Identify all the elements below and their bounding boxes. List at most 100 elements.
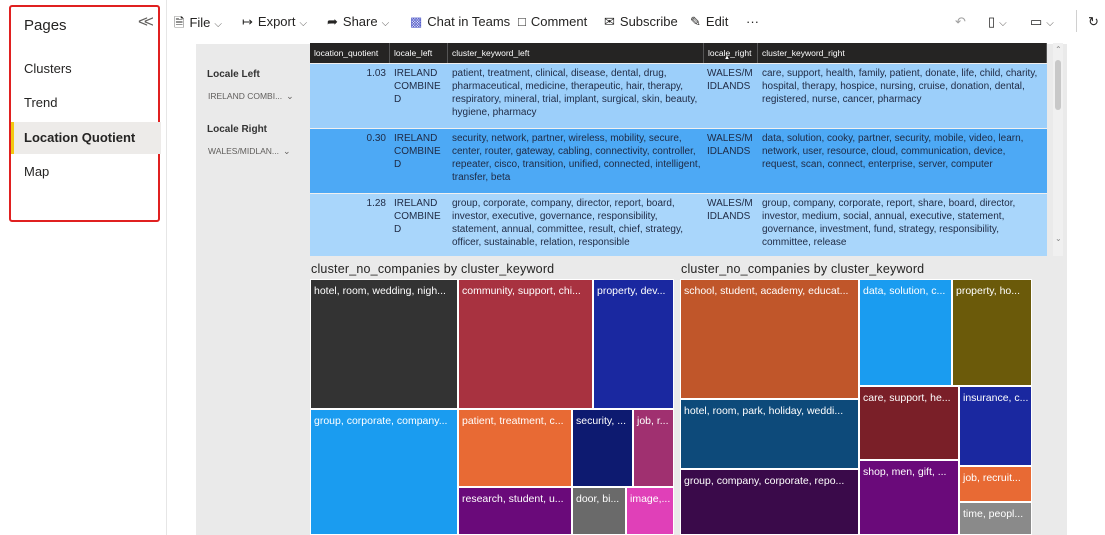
export-icon: ↦ — [242, 14, 253, 29]
quotient-cell: 0.30 — [366, 133, 386, 144]
treemap-tile[interactable]: property, ho... — [952, 279, 1032, 386]
tile-label: school, student, academy, educat... — [684, 285, 849, 297]
locale-right-cell: WALES/M IDLANDS — [707, 198, 753, 222]
treemap-tile[interactable]: hotel, room, park, holiday, weddi... — [680, 399, 859, 469]
treemap-tile[interactable]: patient, treatment, c... — [458, 409, 572, 487]
view-menu[interactable]: ▭ ⌵ — [1030, 14, 1054, 30]
page-item-clusters[interactable]: Clusters — [11, 53, 161, 85]
tile-label: hotel, room, wedding, nigh... — [314, 285, 446, 297]
tile-label: care, support, he... — [863, 392, 951, 404]
bookmark-icon: ▯ — [988, 14, 996, 29]
treemap-tile[interactable]: property, dev... — [593, 279, 674, 409]
comment-icon: □ — [518, 14, 526, 29]
edit-label: Edit — [705, 14, 729, 29]
column-header[interactable]: cluster_keyword_right — [758, 43, 1047, 63]
tile-label: community, support, chi... — [462, 285, 581, 297]
keyword-left-cell: security, network, partner, wireless, mo… — [452, 133, 701, 183]
chevron-down-icon: ⌵ — [381, 18, 390, 29]
treemap-tile[interactable]: shop, men, gift, ... — [859, 460, 959, 535]
treemap-tile[interactable]: insurance, c... — [959, 386, 1032, 466]
page-item-location-quotient[interactable]: Location Quotient — [11, 122, 161, 154]
subscribe-label: Subscribe — [619, 14, 678, 29]
chevron-down-icon: ⌄ — [283, 146, 291, 156]
treemap-tile[interactable]: group, corporate, company... — [310, 409, 458, 535]
slicer-locale-right-dropdown[interactable]: WALES/MIDLAN... ⌄ — [208, 146, 291, 157]
location-quotient-table: location_quotient locale_left cluster_ke… — [310, 43, 1047, 256]
refresh-icon[interactable]: ↻ — [1088, 14, 1099, 30]
tile-label: insurance, c... — [963, 392, 1029, 404]
tile-label: shop, men, gift, ... — [863, 466, 947, 478]
locale-right-cell: WALES/M IDLANDS — [707, 133, 753, 157]
treemap-tile[interactable]: group, company, corporate, repo... — [680, 469, 859, 535]
tile-label: time, peopl... — [963, 508, 1024, 520]
treemap-right-title: cluster_no_companies by cluster_keyword — [681, 262, 925, 276]
tile-label: group, company, corporate, repo... — [684, 475, 845, 487]
tile-label: property, dev... — [597, 285, 666, 297]
tile-label: image,... — [630, 493, 671, 505]
treemap-tile[interactable]: data, solution, c... — [859, 279, 952, 386]
comment-button[interactable]: □ Comment — [518, 14, 587, 29]
keyword-right-cell: data, solution, cooky, partner, security… — [762, 133, 1024, 170]
table-row[interactable]: 1.28 IRELAND COMBINE D group, corporate,… — [310, 194, 1047, 256]
file-icon: 🗎 — [174, 15, 185, 30]
locale-right-cell: WALES/M IDLANDS — [707, 68, 753, 92]
page-item-trend[interactable]: Trend — [11, 87, 161, 119]
treemap-tile[interactable]: image,... — [626, 487, 674, 535]
treemap-tile[interactable]: school, student, academy, educat... — [680, 279, 859, 399]
chevron-down-icon: ⌵ — [1046, 18, 1054, 29]
treemap-tile[interactable]: care, support, he... — [859, 386, 959, 460]
table-scroll-thumb[interactable] — [1055, 60, 1061, 110]
treemap-tile[interactable]: research, student, u... — [458, 487, 572, 535]
canvas-margin — [1067, 44, 1105, 535]
treemap-tile[interactable]: community, support, chi... — [458, 279, 593, 409]
quotient-cell: 1.28 — [366, 198, 386, 209]
slicer-right-value: WALES/MIDLAN... — [208, 146, 280, 156]
locale-left-cell: IRELAND COMBINE D — [394, 133, 441, 170]
collapse-pane-icon[interactable]: << — [138, 12, 154, 32]
slicer-locale-left-label: Locale Left — [207, 69, 260, 80]
treemap-tile[interactable]: job, r... — [633, 409, 674, 487]
scroll-down-icon[interactable]: ⌄ — [1055, 234, 1062, 243]
undo-icon[interactable]: ↶ — [955, 14, 966, 30]
column-header[interactable]: locale_right — [704, 43, 758, 63]
slicer-locale-right-label: Locale Right — [207, 124, 268, 135]
view-icon: ▭ — [1030, 14, 1043, 29]
slicer-locale-left-dropdown[interactable]: IRELAND COMBI... ⌄ — [208, 91, 294, 102]
share-label: Share — [342, 14, 378, 29]
tile-label: research, student, u... — [462, 493, 564, 505]
treemap-tile[interactable]: job, recruit... — [959, 466, 1032, 502]
subscribe-button[interactable]: ✉ Subscribe — [604, 14, 678, 30]
tile-label: data, solution, c... — [863, 285, 946, 297]
treemap-tile[interactable]: security, ... — [572, 409, 633, 487]
more-options-button[interactable]: ··· — [746, 14, 759, 29]
table-row[interactable]: 0.30 IRELAND COMBINE D security, network… — [310, 129, 1047, 193]
treemap-tile[interactable]: time, peopl... — [959, 502, 1032, 535]
page-item-map[interactable]: Map — [11, 156, 161, 188]
column-header[interactable]: cluster_keyword_left — [448, 43, 704, 63]
tile-label: group, corporate, company... — [314, 415, 448, 427]
share-icon: ➦ — [327, 14, 338, 29]
bookmark-menu[interactable]: ▯ ⌵ — [988, 14, 1007, 30]
slicer-left-value: IRELAND COMBI... — [208, 91, 283, 101]
file-menu[interactable]: 🗎 File ⌵ — [174, 14, 222, 36]
column-header[interactable]: locale_left — [390, 43, 448, 63]
column-header[interactable]: location_quotient — [310, 43, 390, 63]
treemap-tile[interactable]: hotel, room, wedding, nigh... — [310, 279, 458, 409]
chevron-down-icon: ⌵ — [299, 18, 308, 29]
scroll-up-icon[interactable]: ⌃ — [1055, 45, 1062, 54]
share-menu[interactable]: ➦ Share ⌵ — [327, 14, 389, 30]
sort-ascending-icon: ▲ — [724, 55, 730, 61]
keyword-right-cell: care, support, health, family, patient, … — [762, 68, 1038, 105]
treemap-tile[interactable]: door, bi... — [572, 487, 626, 535]
chat-in-teams-button[interactable]: ▩ Chat in Teams — [410, 14, 510, 30]
toolbar-divider — [1076, 10, 1077, 32]
chevron-down-icon: ⌵ — [999, 18, 1007, 29]
edit-button[interactable]: ✎ Edit — [690, 14, 728, 30]
table-row[interactable]: 1.03 IRELAND COMBINE D patient, treatmen… — [310, 64, 1047, 128]
locale-left-cell: IRELAND COMBINE D — [394, 198, 441, 235]
pages-title: Pages — [24, 17, 67, 34]
treemap-left-title: cluster_no_companies by cluster_keyword — [311, 262, 555, 276]
export-menu[interactable]: ↦ Export ⌵ — [242, 14, 307, 30]
tile-label: hotel, room, park, holiday, weddi... — [684, 405, 844, 417]
tile-label: door, bi... — [576, 493, 620, 505]
